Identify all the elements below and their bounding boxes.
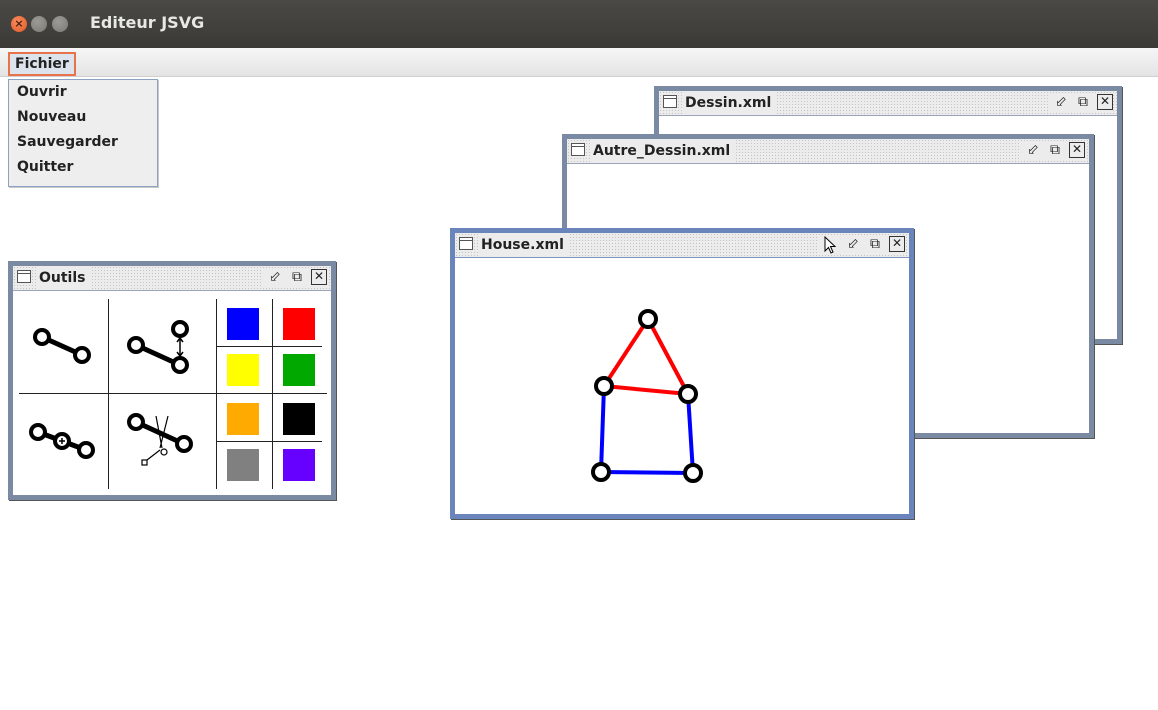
frame-icon: [571, 143, 585, 156]
close-icon[interactable]: ✕: [1069, 142, 1085, 158]
grid-divider: [216, 441, 322, 442]
window-titlebar: × Editeur JSVG: [0, 0, 1158, 48]
point-upper-right[interactable]: [678, 384, 698, 404]
menu-item-quitter[interactable]: Quitter: [9, 155, 157, 180]
color-swatch-blue[interactable]: [227, 308, 259, 340]
frame-icon: [459, 237, 473, 250]
close-icon[interactable]: ✕: [311, 269, 327, 285]
move-point-tool-icon[interactable]: [109, 300, 215, 392]
point-lower-right[interactable]: [683, 463, 703, 483]
edge-wall-left[interactable]: [599, 385, 606, 473]
edge-floor[interactable]: [600, 470, 694, 475]
add-point-tool-icon[interactable]: [19, 394, 107, 488]
frame-icon: [663, 95, 677, 108]
color-swatch-yellow[interactable]: [227, 354, 259, 386]
window-close-icon[interactable]: ×: [11, 16, 27, 32]
iconify-icon[interactable]: ⬃: [845, 236, 861, 252]
frame-title: House.xml: [479, 234, 570, 256]
color-swatch-red[interactable]: [283, 308, 315, 340]
edge-wall-right[interactable]: [686, 393, 695, 474]
add-line-tool-icon[interactable]: [19, 300, 107, 392]
menu-item-ouvrir[interactable]: Ouvrir: [9, 80, 157, 105]
edge-roof-left[interactable]: [602, 317, 650, 388]
frame-titlebar[interactable]: Dessin.xml ⬃ ⧉ ✕: [659, 91, 1117, 116]
color-swatch-green[interactable]: [283, 354, 315, 386]
window-maximize-icon[interactable]: [52, 16, 68, 32]
menu-fichier[interactable]: Fichier: [8, 52, 76, 76]
menu-bar: Fichier: [0, 48, 1158, 77]
house-drawing-canvas[interactable]: [455, 258, 909, 514]
frame-title: Outils: [37, 267, 92, 289]
point-upper-left[interactable]: [594, 376, 614, 396]
menu-item-sauvegarder[interactable]: Sauvegarder: [9, 130, 157, 155]
grid-divider: [272, 299, 273, 489]
iconify-icon[interactable]: ⬃: [1025, 142, 1041, 158]
point-lower-left[interactable]: [591, 462, 611, 482]
maximize-icon[interactable]: ⧉: [867, 236, 883, 252]
frame-title: Dessin.xml: [683, 92, 778, 114]
color-swatch-orange[interactable]: [227, 403, 259, 435]
color-swatch-gray[interactable]: [227, 449, 259, 481]
edge-ceiling[interactable]: [603, 384, 689, 396]
maximize-icon[interactable]: ⧉: [1075, 94, 1091, 110]
menu-item-nouveau[interactable]: Nouveau: [9, 105, 157, 130]
window-title: Editeur JSVG: [90, 13, 205, 32]
edge-roof-right[interactable]: [646, 318, 690, 395]
frame-titlebar[interactable]: House.xml ⬃ ⧉ ✕: [455, 233, 909, 258]
window-minimize-icon[interactable]: [31, 16, 47, 32]
house-drawing: [591, 309, 703, 483]
frame-title: Autre_Dessin.xml: [591, 140, 737, 162]
maximize-icon[interactable]: ⧉: [289, 269, 305, 285]
point-roof-top[interactable]: [638, 309, 658, 329]
iconify-icon[interactable]: ⬃: [267, 269, 283, 285]
cut-line-tool-icon[interactable]: [109, 394, 215, 488]
fichier-dropdown-menu: Ouvrir Nouveau Sauvegarder Quitter: [8, 79, 158, 187]
mouse-cursor-icon: [823, 235, 839, 254]
iconify-icon[interactable]: ⬃: [1053, 94, 1069, 110]
frame-titlebar[interactable]: Autre_Dessin.xml ⬃ ⧉ ✕: [567, 139, 1089, 164]
color-swatch-purple[interactable]: [283, 449, 315, 481]
grid-divider: [216, 346, 322, 347]
internal-frame-house[interactable]: House.xml ⬃ ⧉ ✕: [450, 228, 914, 519]
close-icon[interactable]: ✕: [1097, 94, 1113, 110]
color-swatch-black[interactable]: [283, 403, 315, 435]
maximize-icon[interactable]: ⧉: [1047, 142, 1063, 158]
frame-icon: [17, 270, 31, 283]
grid-divider: [216, 299, 217, 489]
internal-frame-outils[interactable]: Outils ⬃ ⧉ ✕: [8, 261, 336, 500]
close-icon[interactable]: ✕: [889, 236, 905, 252]
frame-titlebar[interactable]: Outils ⬃ ⧉ ✕: [13, 266, 331, 291]
